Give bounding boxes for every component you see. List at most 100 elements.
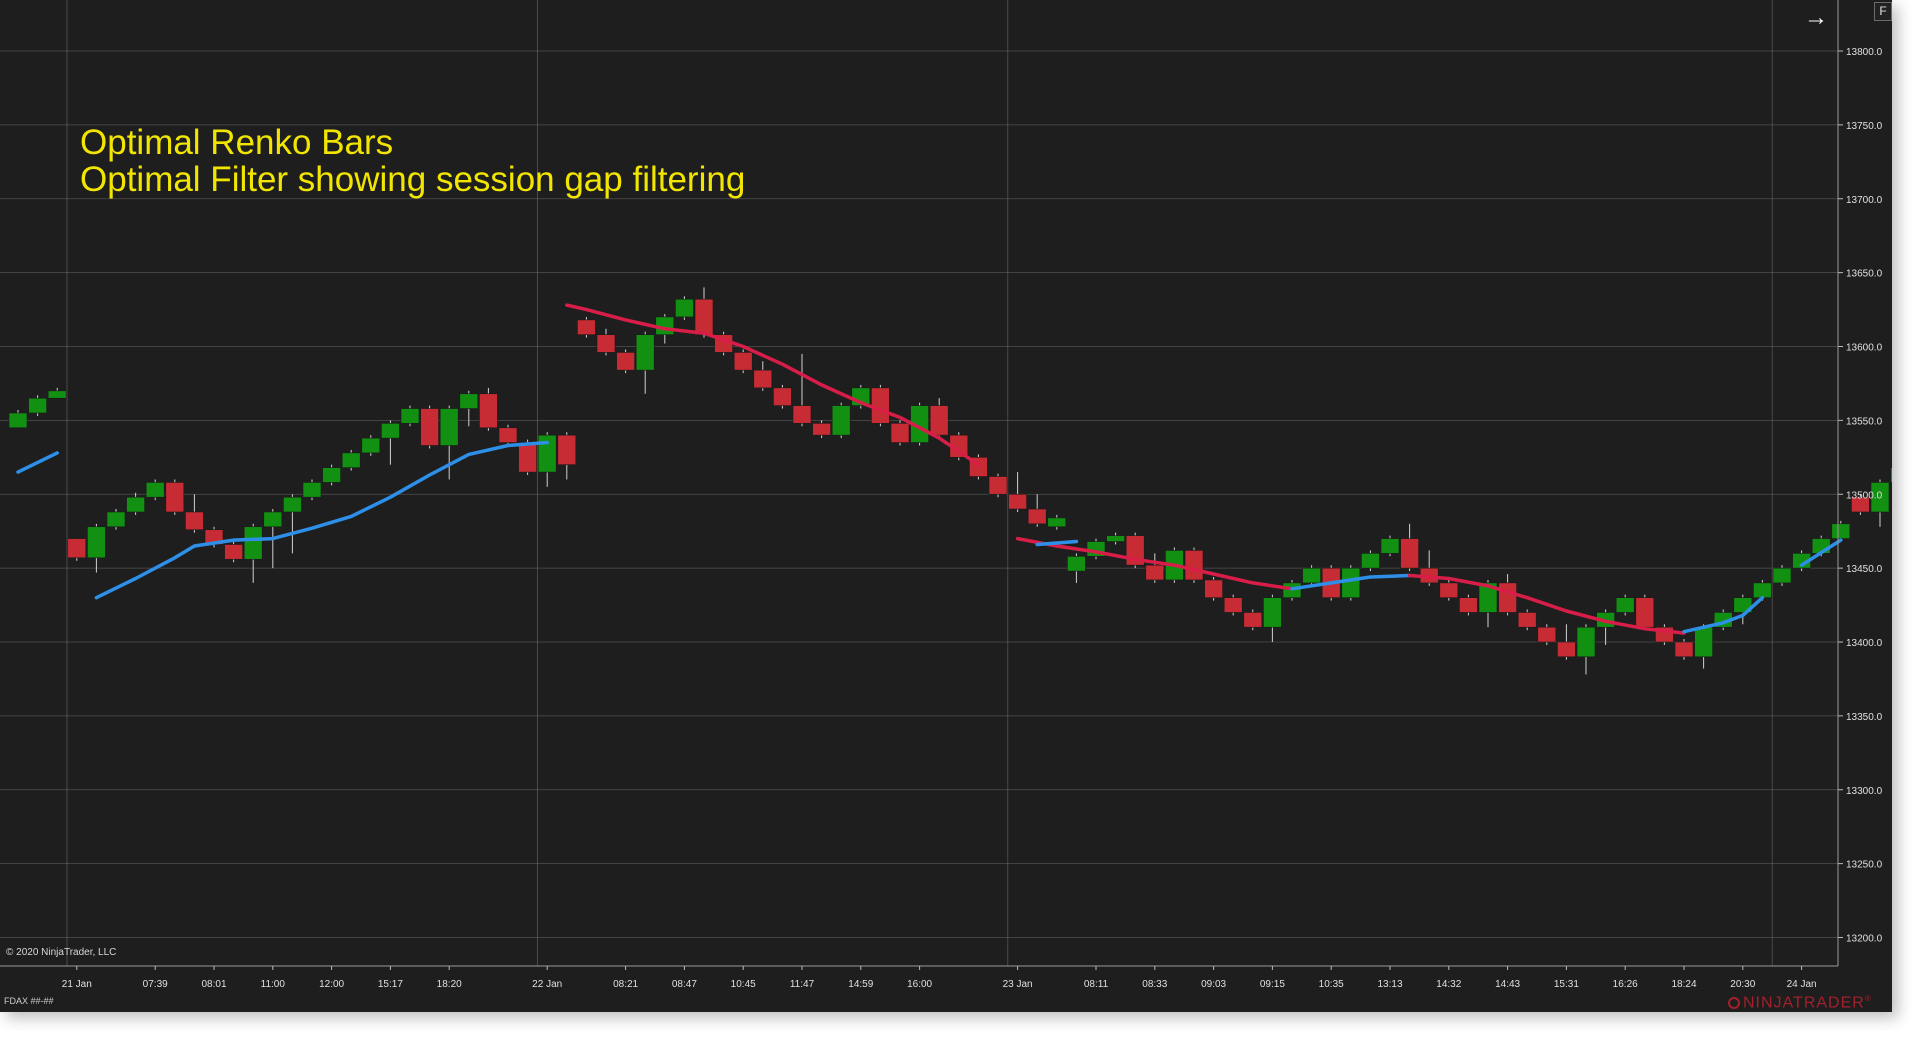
x-tick-label: 20:30	[1730, 979, 1755, 990]
candle-up[interactable]	[302, 482, 322, 498]
candle-up[interactable]	[126, 496, 145, 513]
candle-up[interactable]	[439, 408, 459, 446]
candle-down[interactable]	[420, 408, 439, 446]
candle-down[interactable]	[1498, 582, 1517, 613]
candle-up[interactable]	[1263, 597, 1282, 628]
x-tick-label: 11:47	[790, 979, 815, 990]
y-tick-label: 13700.0	[1846, 195, 1883, 206]
candle-down[interactable]	[224, 544, 243, 560]
x-tick-label: 15:31	[1554, 979, 1579, 990]
candle-up[interactable]	[1694, 626, 1713, 658]
x-tick-label: 24 Jan	[1787, 979, 1817, 990]
candle-down[interactable]	[929, 405, 949, 436]
candle-down[interactable]	[557, 434, 577, 465]
candle-up[interactable]	[28, 397, 47, 414]
candle-down[interactable]	[1557, 641, 1576, 658]
y-tick-label: 13250.0	[1846, 860, 1883, 871]
candle-down[interactable]	[988, 476, 1008, 495]
candle-up[interactable]	[1067, 556, 1086, 572]
candle-up[interactable]	[8, 412, 28, 429]
candle-up[interactable]	[263, 511, 283, 528]
candle-down[interactable]	[498, 427, 518, 443]
candle-down[interactable]	[185, 511, 204, 531]
time-axis[interactable]: 21 Jan 07:39 08:01 11:00 12:00 15:17 18:20 22 J…	[0, 965, 1838, 990]
chart-panel[interactable]: 13800.0 13750.0 13700.0 13650.0 13600.0 13550…	[0, 0, 1892, 1012]
candle-up[interactable]	[243, 526, 263, 560]
candle-down[interactable]	[67, 538, 87, 559]
x-tick-label: 15:17	[378, 979, 403, 990]
candle-up[interactable]	[87, 526, 106, 559]
candle-down[interactable]	[792, 405, 812, 424]
candle-up[interactable]	[459, 393, 479, 409]
candle-up[interactable]	[1047, 517, 1067, 528]
x-tick-label: 08:11	[1084, 979, 1109, 990]
candle-up[interactable]	[381, 423, 400, 439]
y-tick-label: 13550.0	[1846, 416, 1883, 427]
candle-down[interactable]	[871, 387, 890, 424]
candle-up[interactable]	[1890, 467, 1892, 483]
candle-down[interactable]	[518, 442, 537, 473]
candle-up[interactable]	[1341, 567, 1361, 598]
candle-down[interactable]	[1184, 550, 1204, 581]
arrow-right-icon[interactable]: →	[1804, 6, 1828, 30]
x-tick-label: 12:00	[319, 979, 344, 990]
candle-up[interactable]	[1106, 535, 1125, 542]
y-tick-label: 13200.0	[1846, 934, 1883, 945]
candle-down[interactable]	[1517, 612, 1537, 628]
candle-down[interactable]	[1400, 538, 1419, 569]
candle-up[interactable]	[1615, 597, 1635, 613]
candle-up[interactable]	[635, 334, 655, 371]
candle-down[interactable]	[1674, 641, 1694, 658]
candle-up[interactable]	[361, 437, 381, 454]
candle-up[interactable]	[106, 511, 126, 528]
candle-down[interactable]	[1537, 626, 1557, 643]
optimal-filter-lines	[16, 303, 1843, 635]
candle-down[interactable]	[1223, 597, 1243, 613]
candle-down[interactable]	[1459, 597, 1478, 613]
candle-up[interactable]	[1302, 567, 1321, 584]
candle-down[interactable]	[616, 352, 635, 371]
x-tick-label: 13:13	[1377, 979, 1402, 990]
candle-up[interactable]	[322, 467, 341, 483]
copyright-text: © 2020 NinjaTrader, LLC	[6, 947, 117, 958]
y-tick-label: 13350.0	[1846, 712, 1883, 723]
candle-down[interactable]	[1204, 579, 1223, 598]
y-tick-label: 13450.0	[1846, 564, 1883, 575]
candle-down[interactable]	[694, 298, 714, 335]
candle-up[interactable]	[145, 482, 165, 498]
candle-down[interactable]	[577, 319, 596, 335]
candle-down[interactable]	[1027, 508, 1047, 525]
candle-up[interactable]	[341, 452, 361, 468]
candle-up[interactable]	[400, 408, 420, 424]
candle-down[interactable]	[596, 334, 616, 353]
candle-up[interactable]	[1380, 538, 1400, 554]
candle-up[interactable]	[1831, 523, 1851, 539]
x-tick-label: 07:39	[143, 979, 168, 990]
candle-up[interactable]	[831, 405, 851, 436]
candle-up[interactable]	[283, 496, 302, 513]
candle-down[interactable]	[890, 423, 910, 443]
candle-up[interactable]	[1753, 582, 1772, 598]
candle-down[interactable]	[753, 369, 773, 389]
candle-down[interactable]	[733, 352, 753, 371]
x-tick-label: 08:33	[1142, 979, 1167, 990]
candle-up[interactable]	[1772, 567, 1792, 584]
candle-down[interactable]	[1243, 612, 1263, 628]
f-button[interactable]: F	[1874, 2, 1892, 21]
brand-mark: ®	[1864, 994, 1872, 1003]
candle-down[interactable]	[1439, 582, 1459, 598]
candle-down[interactable]	[1008, 493, 1027, 510]
candle-up[interactable]	[1361, 553, 1380, 569]
candle-up[interactable]	[675, 298, 694, 318]
instrument-label: FDAX ##-##	[4, 996, 54, 1006]
candle-down[interactable]	[812, 423, 831, 436]
candle-down[interactable]	[1145, 564, 1165, 581]
candle-down[interactable]	[773, 387, 792, 406]
candle-down[interactable]	[165, 482, 185, 513]
candle-down[interactable]	[1635, 597, 1655, 628]
candle-up[interactable]	[47, 390, 67, 399]
x-tick-label: 14:43	[1495, 979, 1520, 990]
candle-up[interactable]	[537, 434, 557, 473]
candle-up[interactable]	[1576, 626, 1596, 658]
candle-down[interactable]	[479, 393, 498, 429]
